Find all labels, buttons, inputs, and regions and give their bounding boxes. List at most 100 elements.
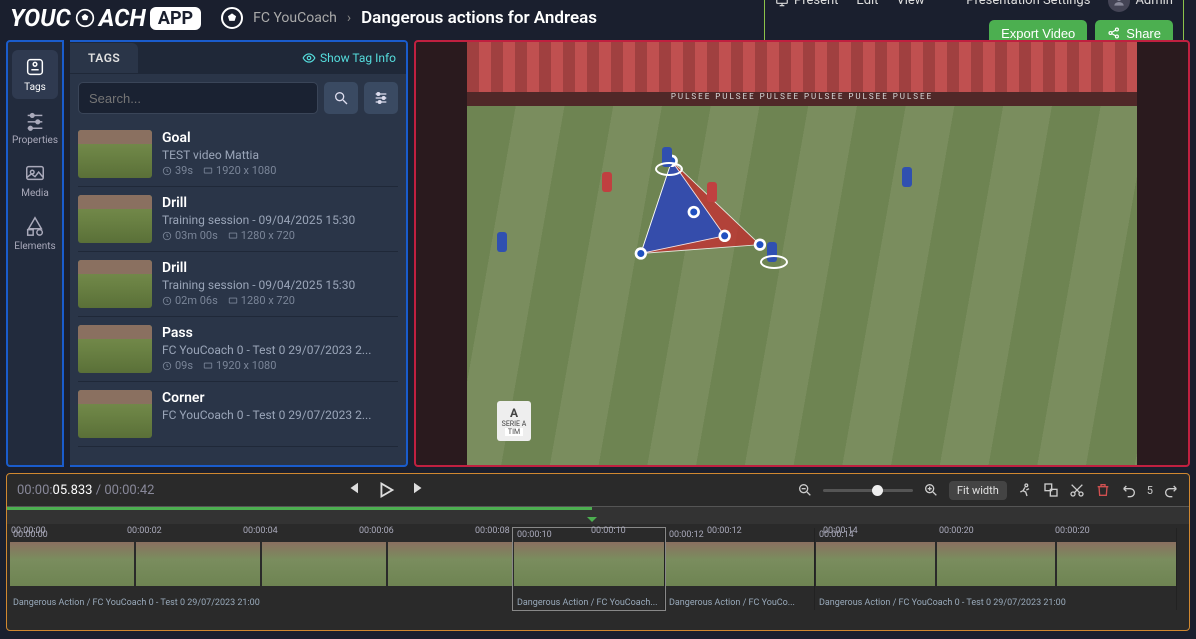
breadcrumb: FC YouCoach › Dangerous actions for Andr… xyxy=(253,8,597,28)
present-button[interactable]: Present xyxy=(775,0,838,8)
undo-count: 5 xyxy=(1147,484,1153,497)
tag-subtitle: FC YouCoach 0 - Test 0 29/07/2023 2... xyxy=(162,343,371,357)
filter-button[interactable] xyxy=(364,82,398,114)
video-preview[interactable]: PULSEE PULSEE PULSEE PULSEE PULSEE PULSE… xyxy=(414,40,1190,467)
play-button[interactable] xyxy=(375,479,397,501)
video-canvas: PULSEE PULSEE PULSEE PULSEE PULSEE PULSE… xyxy=(467,42,1137,465)
filter-icon xyxy=(373,90,389,106)
tag-thumbnail xyxy=(78,130,152,178)
step-forward-button[interactable] xyxy=(411,479,429,501)
timeline-tick: 00:00:14 xyxy=(823,526,939,536)
clip-segment[interactable]: 00:00:14 Dangerous Action / FC YouCoach … xyxy=(815,528,1177,610)
clip-thumb xyxy=(514,542,664,586)
search-button[interactable] xyxy=(324,82,358,114)
player-analysis-overlay xyxy=(617,152,797,302)
tag-meta: 09s 1920 x 1080 xyxy=(162,359,371,372)
clip-segment[interactable]: 00:00:00 Dangerous Action / FC YouCoach … xyxy=(9,528,513,610)
clip-thumb xyxy=(388,542,512,586)
app-header: YOUC ACH APP FC YouCoach › Dangerous act… xyxy=(0,0,1196,36)
tag-list-item[interactable]: Goal TEST video Mattia 39s 1920 x 1080 xyxy=(78,122,398,187)
user-menu[interactable]: Admin xyxy=(1108,0,1173,12)
ad-board: PULSEE PULSEE PULSEE PULSEE PULSEE PULSE… xyxy=(467,92,1137,106)
timeline-tick: 00:00:00 xyxy=(11,526,127,536)
tags-panel: TAGS Show Tag Info Goal TEST video Matti… xyxy=(70,40,408,467)
clip-label: Dangerous Action / FC YouCo... xyxy=(669,598,810,608)
undo-icon[interactable] xyxy=(1121,482,1137,498)
soccer-icon[interactable] xyxy=(221,7,243,29)
nav-tags[interactable]: Tags xyxy=(12,50,58,99)
clip-track[interactable]: 00:00:00 Dangerous Action / FC YouCoach … xyxy=(7,524,1189,630)
timeline-tick: 00:00:04 xyxy=(243,526,359,536)
tag-thumbnail xyxy=(78,325,152,373)
zoom-in-icon[interactable] xyxy=(923,482,939,498)
nav-media[interactable]: Media xyxy=(12,156,58,205)
tag-list-item[interactable]: Pass FC YouCoach 0 - Test 0 29/07/2023 2… xyxy=(78,317,398,382)
breadcrumb-team[interactable]: FC YouCoach xyxy=(253,10,337,26)
search-input[interactable] xyxy=(78,82,318,114)
clip-thumb xyxy=(10,542,134,586)
side-nav: Tags Properties Media Elements xyxy=(6,40,64,467)
fit-width-button[interactable]: Fit width xyxy=(949,481,1007,500)
view-menu[interactable]: View xyxy=(896,0,924,8)
clip-thumb xyxy=(937,542,1056,586)
trash-icon[interactable] xyxy=(1095,482,1111,498)
timeline-tick: 00:00:10 xyxy=(591,526,707,536)
search-icon xyxy=(333,90,349,106)
tag-subtitle: Training session - 09/04/2025 15:30 xyxy=(162,213,355,227)
step-back-button[interactable] xyxy=(343,479,361,501)
clip-thumb xyxy=(666,542,814,586)
tag-title: Corner xyxy=(162,390,371,406)
tag-title: Drill xyxy=(162,260,355,276)
timeline-tick: 00:00:08 xyxy=(475,526,591,536)
zoom-out-icon[interactable] xyxy=(797,482,813,498)
timeline-tick: 00:00:20 xyxy=(1055,526,1171,536)
logo-text-1: YOUC xyxy=(10,4,71,32)
tag-icon xyxy=(24,56,46,78)
clip-thumb xyxy=(136,542,260,586)
nav-properties[interactable]: Properties xyxy=(12,103,58,152)
app-logo: YOUC ACH APP xyxy=(0,4,211,32)
tag-list[interactable]: Goal TEST video Mattia 39s 1920 x 1080 D… xyxy=(70,122,406,465)
show-tag-info-toggle[interactable]: Show Tag Info xyxy=(302,51,396,65)
main-area: Tags Properties Media Elements TAGS Show… xyxy=(0,36,1196,471)
ungroup-icon[interactable] xyxy=(1043,482,1059,498)
logo-app-badge: APP xyxy=(150,7,201,30)
chevron-right-icon: › xyxy=(347,10,351,26)
nav-elements[interactable]: Elements xyxy=(12,209,58,258)
clip-thumb xyxy=(262,542,386,586)
presentation-settings-button[interactable]: Presentation Settings xyxy=(966,0,1090,8)
clip-thumb xyxy=(1057,542,1176,586)
tag-title: Drill xyxy=(162,195,355,211)
sliders-icon xyxy=(24,109,46,131)
tag-list-item[interactable]: Drill Training session - 09/04/2025 15:3… xyxy=(78,252,398,317)
soccer-ball-icon xyxy=(75,8,95,28)
timeline: 00:00:05.833 / 00:00:42 Fit width 5 00:0… xyxy=(6,473,1190,631)
tag-list-item[interactable]: Drill Training session - 09/04/2025 15:3… xyxy=(78,187,398,252)
timeline-time: 00:00:05.833 / 00:00:42 xyxy=(17,483,154,498)
tag-thumbnail xyxy=(78,260,152,308)
cut-icon[interactable] xyxy=(1069,482,1085,498)
runner-icon[interactable] xyxy=(1017,482,1033,498)
tag-meta: 39s 1920 x 1080 xyxy=(162,164,276,177)
zoom-slider[interactable] xyxy=(823,489,913,492)
page-title: Dangerous actions for Andreas xyxy=(361,8,597,28)
eye-icon xyxy=(302,51,316,65)
timeline-ruler[interactable] xyxy=(7,506,1189,524)
tag-subtitle: TEST video Mattia xyxy=(162,148,276,162)
clip-segment[interactable]: 00:00:10 Dangerous Action / FC YouCoach.… xyxy=(513,528,665,610)
tag-subtitle: Training session - 09/04/2025 15:30 xyxy=(162,278,355,292)
tag-thumbnail xyxy=(78,390,152,438)
tag-list-item[interactable]: Corner FC YouCoach 0 - Test 0 29/07/2023… xyxy=(78,382,398,447)
timeline-tick: 00:00:12 xyxy=(707,526,823,536)
clip-thumb xyxy=(816,542,935,586)
redo-icon[interactable] xyxy=(1163,482,1179,498)
avatar-icon xyxy=(1108,0,1130,12)
clip-label: Dangerous Action / FC YouCoach... xyxy=(517,598,660,608)
timeline-tick: 00:00:20 xyxy=(939,526,1055,536)
tag-title: Goal xyxy=(162,130,276,146)
clip-segment[interactable]: 00:00:12 Dangerous Action / FC YouCo... xyxy=(665,528,815,610)
tag-meta: 03m 00s 1280 x 720 xyxy=(162,229,355,242)
edit-menu[interactable]: Edit xyxy=(856,0,878,8)
tab-tags[interactable]: TAGS xyxy=(70,43,138,73)
share-icon xyxy=(1107,26,1121,40)
